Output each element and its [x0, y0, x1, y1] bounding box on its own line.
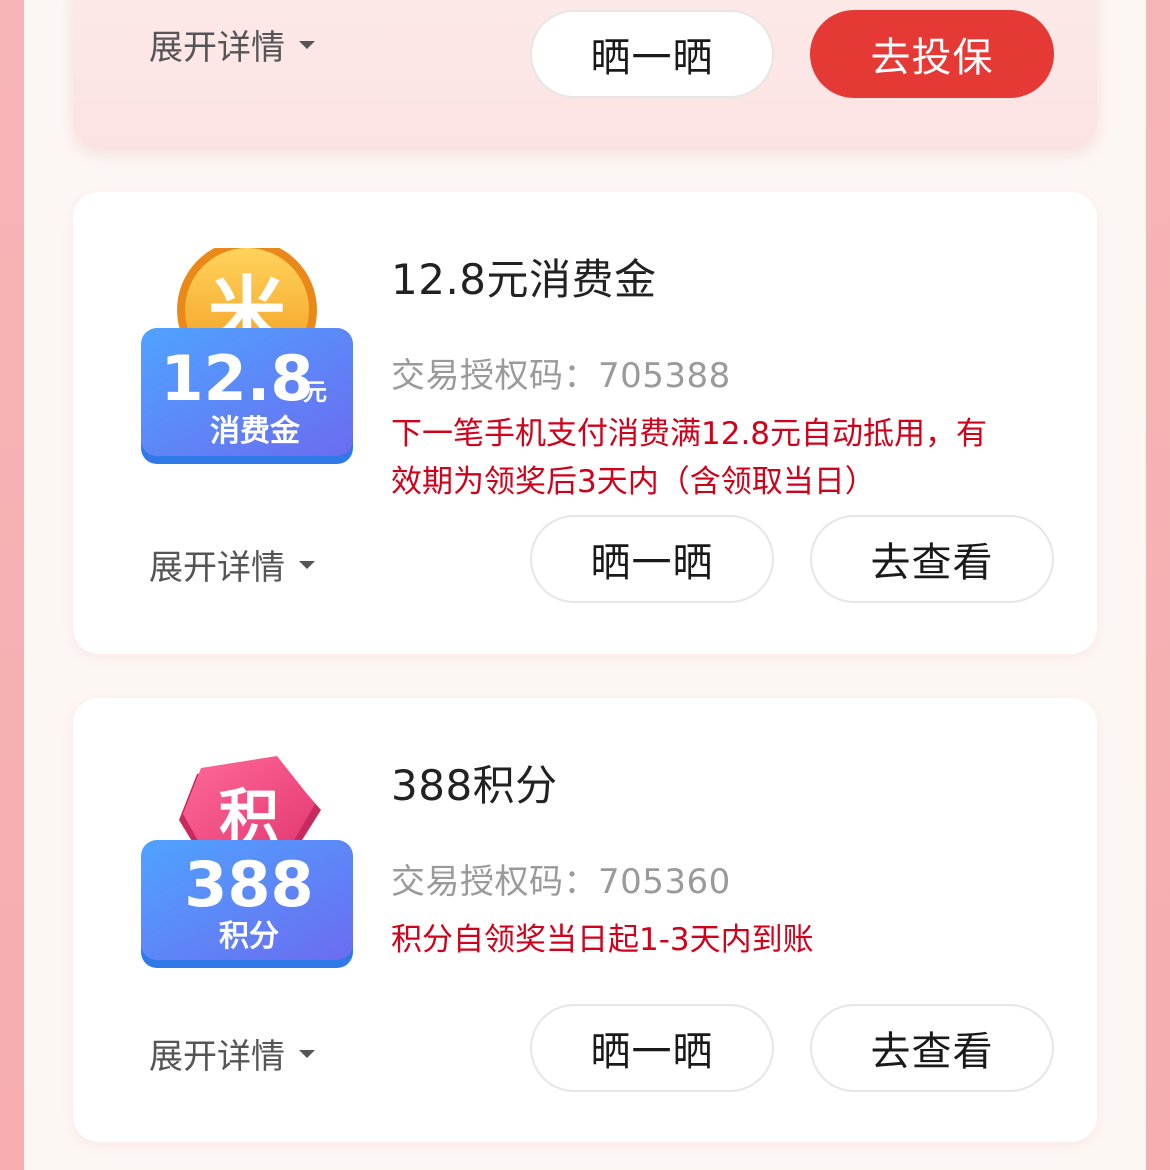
caret-down-icon — [299, 40, 315, 49]
prize-description-line: 效期为领奖后3天内（含领取当日） — [391, 464, 876, 500]
badge-subtitle: 积分 — [219, 919, 279, 954]
voucher-prize-card: 米 12.8 元 消费金 12.8元消费金 交易授权码：705388 下一笔手机… — [73, 192, 1097, 654]
right-page-edge — [1146, 0, 1170, 1170]
view-button[interactable]: 去查看 — [810, 515, 1054, 603]
expand-details-label: 展开详情 — [149, 548, 285, 588]
share-button[interactable]: 晒一晒 — [530, 515, 774, 603]
share-button[interactable]: 晒一晒 — [530, 10, 774, 98]
points-badge-icon: 积 388 积分 — [141, 756, 353, 968]
prize-description: 下一笔手机支付消费满12.8元自动抵用，有 效期为领奖后3天内（含领取当日） — [391, 410, 1031, 506]
prize-description-line: 积分自领奖当日起1-3天内到账 — [391, 922, 814, 958]
expand-details-label: 展开详情 — [149, 1037, 285, 1077]
expand-details-label: 展开详情 — [149, 28, 285, 68]
expand-details-toggle[interactable]: 展开详情 — [149, 20, 315, 69]
expand-details-toggle[interactable]: 展开详情 — [149, 1029, 315, 1078]
badge-amount: 388 — [184, 848, 313, 921]
get-insurance-button[interactable]: 去投保 — [810, 10, 1054, 98]
points-prize-card: 积 388 积分 388积分 交易授权码：705360 积分自领奖当日起1-3天… — [73, 698, 1097, 1142]
auth-code: 交易授权码：705388 — [391, 356, 731, 396]
badge-amount: 12.8 — [161, 342, 314, 415]
prize-description: 积分自领奖当日起1-3天内到账 — [391, 916, 1031, 964]
view-button[interactable]: 去查看 — [810, 1004, 1054, 1092]
insurance-prize-card: 展开详情 晒一晒 去投保 — [73, 0, 1097, 148]
caret-down-icon — [299, 1049, 315, 1058]
badge-unit: 元 — [303, 378, 327, 406]
left-page-edge — [0, 0, 24, 1170]
expand-details-toggle[interactable]: 展开详情 — [149, 540, 315, 589]
prize-title: 388积分 — [391, 761, 558, 810]
prize-title: 12.8元消费金 — [391, 255, 657, 304]
badge-subtitle: 消费金 — [210, 414, 301, 449]
voucher-badge-icon: 米 12.8 元 消费金 — [141, 248, 353, 464]
share-button[interactable]: 晒一晒 — [530, 1004, 774, 1092]
caret-down-icon — [299, 560, 315, 569]
prize-description-line: 下一笔手机支付消费满12.8元自动抵用，有 — [391, 416, 988, 452]
auth-code: 交易授权码：705360 — [391, 862, 731, 902]
